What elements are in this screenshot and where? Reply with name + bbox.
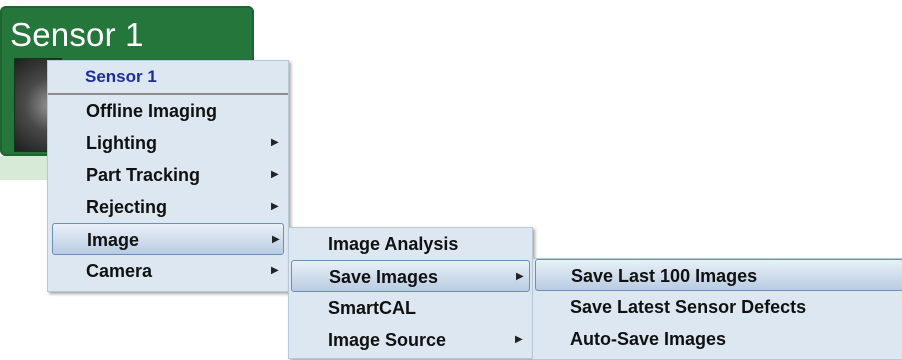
menu-item-label: Save Last 100 Images	[571, 266, 758, 286]
submenu-arrow-icon: ▶	[271, 201, 279, 212]
menu-item-part-tracking[interactable]: Part Tracking ▶	[48, 159, 288, 191]
menu-item-label: Part Tracking	[86, 165, 201, 185]
submenu-save-images: Save Last 100 Images Save Latest Sensor …	[532, 258, 902, 360]
context-menu-main: Sensor 1 Offline Imaging Lighting ▶ Part…	[47, 60, 289, 292]
submenu-arrow-icon: ▶	[271, 265, 279, 276]
menu-item-save-last-100-images[interactable]: Save Last 100 Images	[535, 259, 902, 291]
menu-item-label: Rejecting	[86, 197, 168, 217]
menu-item-image-source[interactable]: Image Source ▶	[289, 324, 532, 356]
menu-item-label: Image Source	[328, 330, 447, 350]
menu-item-smartcal[interactable]: SmartCAL	[289, 292, 532, 324]
menu-item-label: Camera	[86, 261, 153, 281]
menu-item-label: Save Latest Sensor Defects	[570, 297, 807, 317]
submenu-image: Image Analysis Save Images ▶ SmartCAL Im…	[288, 227, 533, 359]
submenu-arrow-icon: ▶	[271, 137, 279, 148]
menu-item-image[interactable]: Image ▶	[52, 223, 284, 255]
menu-item-label: Lighting	[86, 133, 157, 153]
submenu-arrow-icon: ▶	[516, 271, 524, 282]
menu-item-label: Image Analysis	[328, 234, 459, 254]
menu-item-label: Offline Imaging	[86, 101, 218, 121]
menu-item-save-images[interactable]: Save Images ▶	[291, 260, 530, 292]
menu-item-save-latest-sensor-defects[interactable]: Save Latest Sensor Defects	[533, 291, 902, 323]
menu-header: Sensor 1	[48, 61, 288, 95]
submenu-arrow-icon: ▶	[515, 334, 523, 345]
menu-item-image-analysis[interactable]: Image Analysis	[289, 228, 532, 260]
menu-item-label: Auto-Save Images	[570, 329, 727, 349]
menu-item-label: Image	[87, 230, 140, 250]
menu-item-auto-save-images[interactable]: Auto-Save Images	[533, 323, 902, 355]
menu-item-label: SmartCAL	[328, 298, 417, 318]
submenu-arrow-icon: ▶	[272, 234, 280, 245]
menu-item-offline-imaging[interactable]: Offline Imaging	[48, 95, 288, 127]
sensor-tile-title: Sensor 1	[10, 16, 144, 53]
submenu-arrow-icon: ▶	[271, 169, 279, 180]
menu-item-camera[interactable]: Camera ▶	[48, 255, 288, 287]
menu-item-label: Save Images	[329, 267, 439, 287]
menu-item-rejecting[interactable]: Rejecting ▶	[48, 191, 288, 223]
menu-item-lighting[interactable]: Lighting ▶	[48, 127, 288, 159]
